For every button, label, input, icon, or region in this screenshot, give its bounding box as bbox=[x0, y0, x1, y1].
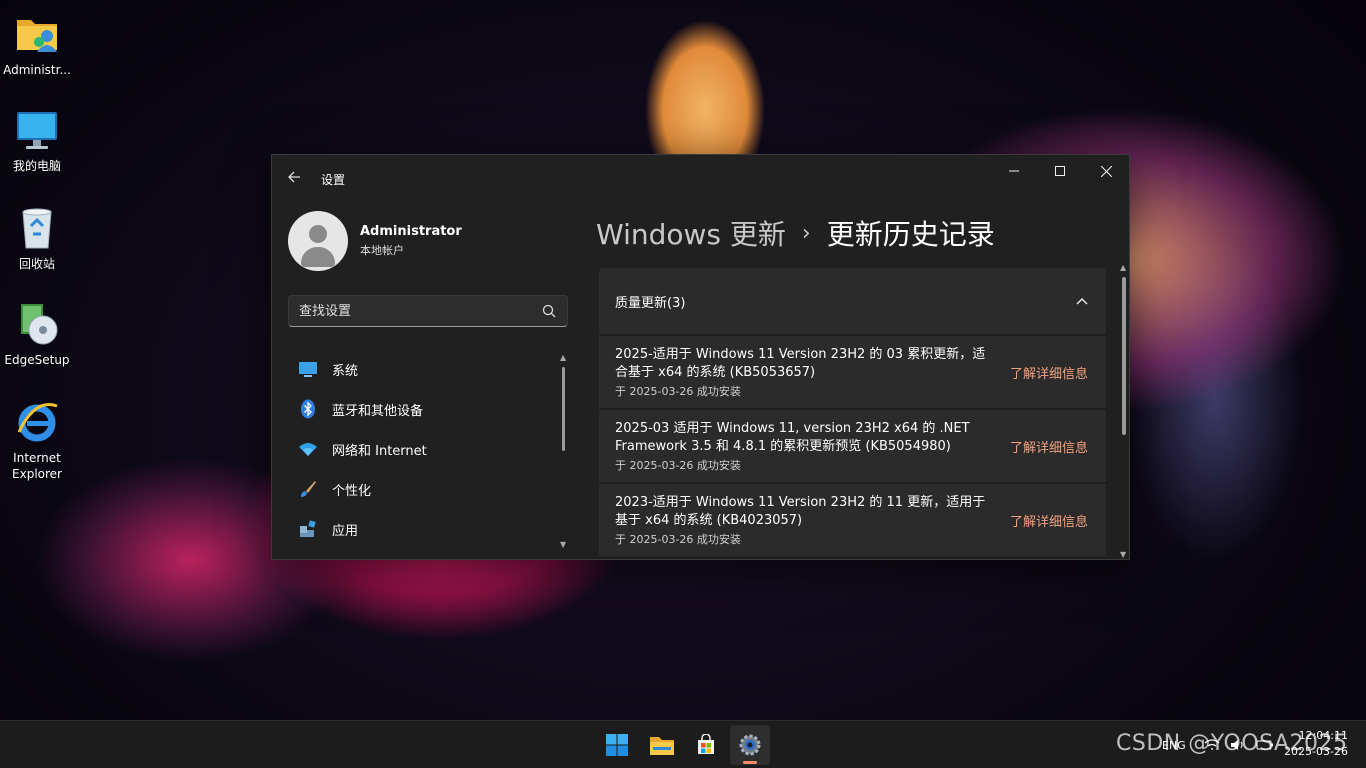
breadcrumb-separator: › bbox=[801, 220, 811, 246]
bluetooth-icon bbox=[298, 399, 318, 419]
breadcrumb-parent[interactable]: Windows 更新 bbox=[596, 213, 786, 253]
title-bar: 设置 bbox=[272, 155, 1129, 187]
installer-disc-icon bbox=[13, 300, 61, 348]
section-header[interactable]: 质量更新(3) bbox=[599, 268, 1106, 334]
microsoft-store-icon bbox=[698, 734, 714, 754]
nav-item-label: 应用 bbox=[332, 523, 359, 539]
nav-item-personalization[interactable]: 个性化 bbox=[288, 469, 558, 509]
maximize-button[interactable] bbox=[1037, 155, 1083, 187]
learn-more-link[interactable]: 了解详细信息 bbox=[1010, 363, 1088, 382]
page-title: 更新历史记录 bbox=[826, 218, 995, 251]
system-display-icon bbox=[298, 359, 318, 379]
desktop-icon-internet-explorer[interactable]: Internet Explorer bbox=[2, 398, 72, 482]
update-date: 于 2025-03-26 成功安装 bbox=[615, 532, 741, 546]
apps-icon bbox=[298, 519, 318, 539]
update-title: 2025-03 适用于 Windows 11, version 23H2 x64… bbox=[615, 420, 970, 454]
avatar bbox=[288, 211, 348, 271]
settings-button[interactable] bbox=[730, 725, 770, 765]
desktop-icon-edgesetup[interactable]: EdgeSetup bbox=[2, 300, 72, 368]
update-row: 2025-适用于 Windows 11 Version 23H2 的 03 累积… bbox=[599, 336, 1106, 408]
section-title: 质量更新(3) bbox=[615, 295, 686, 311]
nav-item-system[interactable]: 系统 bbox=[288, 349, 558, 389]
desktop-icon-label: EdgeSetup bbox=[4, 353, 70, 367]
file-explorer-icon bbox=[650, 737, 674, 755]
desktop-icon-recycle-bin[interactable]: 回收站 bbox=[2, 204, 72, 272]
desktop-icon-label: 我的电脑 bbox=[12, 159, 61, 173]
internet-explorer-icon bbox=[13, 398, 61, 446]
account-type: 本地帐户 bbox=[360, 244, 404, 257]
search-box[interactable] bbox=[288, 295, 568, 327]
file-explorer-button[interactable] bbox=[642, 725, 682, 765]
learn-more-link[interactable]: 了解详细信息 bbox=[1010, 437, 1088, 456]
minimize-button[interactable] bbox=[991, 155, 1037, 187]
nav-item-apps[interactable]: 应用 bbox=[288, 509, 558, 549]
update-date: 于 2025-03-26 成功安装 bbox=[615, 384, 741, 398]
nav-scrollbar[interactable]: ▲ ▼ bbox=[560, 353, 567, 549]
recycle-bin-icon bbox=[13, 204, 61, 252]
maximize-icon bbox=[1055, 166, 1065, 176]
paintbrush-icon bbox=[298, 479, 318, 499]
update-date: 于 2025-03-26 成功安装 bbox=[615, 458, 741, 472]
user-name: Administrator bbox=[360, 224, 462, 239]
nav-item-label: 个性化 bbox=[332, 483, 372, 499]
main-scrollbar[interactable]: ▲ ▼ bbox=[1120, 263, 1128, 559]
nav-item-label: 系统 bbox=[332, 363, 359, 379]
wifi-icon bbox=[298, 439, 318, 459]
monitor-icon bbox=[13, 106, 61, 154]
nav-item-label: 蓝牙和其他设备 bbox=[332, 403, 424, 419]
update-row: 2025-03 适用于 Windows 11, version 23H2 x64… bbox=[599, 410, 1106, 482]
close-icon bbox=[1100, 165, 1112, 177]
nav-item-network[interactable]: 网络和 Internet bbox=[288, 429, 558, 469]
user-folder-icon bbox=[13, 10, 61, 58]
search-icon[interactable] bbox=[541, 303, 557, 319]
learn-more-link[interactable]: 了解详细信息 bbox=[1010, 511, 1088, 530]
update-row: 2023-适用于 Windows 11 Version 23H2 的 11 更新… bbox=[599, 484, 1106, 556]
minimize-icon bbox=[1009, 170, 1019, 172]
desktop-icon-my-computer[interactable]: 我的电脑 bbox=[2, 106, 72, 174]
back-arrow-icon[interactable] bbox=[284, 169, 304, 189]
update-title: 2023-适用于 Windows 11 Version 23H2 的 11 更新… bbox=[615, 494, 986, 528]
user-profile[interactable]: Administrator 本地帐户 bbox=[288, 211, 462, 271]
quality-updates-section: 质量更新(3) 2025-适用于 Windows 11 Version 23H2… bbox=[599, 268, 1106, 556]
app-title: 设置 bbox=[321, 173, 346, 187]
desktop-icon-administrator[interactable]: Administr... bbox=[2, 10, 72, 78]
update-title: 2025-适用于 Windows 11 Version 23H2 的 03 累积… bbox=[615, 346, 986, 380]
breadcrumb: Windows 更新 › 更新历史记录 bbox=[596, 213, 995, 253]
settings-icon bbox=[739, 734, 761, 756]
watermark: CSDN @YOOSA2025 bbox=[1116, 731, 1348, 756]
settings-window: 设置 Administrator 本地帐户 系统 bbox=[271, 154, 1130, 560]
settings-nav: 系统 蓝牙和其他设备 网络和 Internet 个性化 应用 bbox=[288, 349, 558, 549]
search-input[interactable] bbox=[299, 303, 541, 319]
microsoft-store-button[interactable] bbox=[686, 725, 726, 765]
chevron-up-icon[interactable] bbox=[1076, 297, 1088, 305]
close-button[interactable] bbox=[1083, 155, 1129, 187]
active-indicator bbox=[743, 761, 757, 764]
desktop-icon-label: 回收站 bbox=[18, 257, 55, 271]
nav-item-label: 网络和 Internet bbox=[332, 443, 427, 459]
desktop-icon-label: Internet Explorer bbox=[12, 451, 62, 481]
start-button[interactable] bbox=[597, 725, 637, 765]
start-icon bbox=[606, 734, 628, 756]
desktop-icon-label: Administr... bbox=[3, 63, 71, 77]
nav-item-bluetooth[interactable]: 蓝牙和其他设备 bbox=[288, 389, 558, 429]
